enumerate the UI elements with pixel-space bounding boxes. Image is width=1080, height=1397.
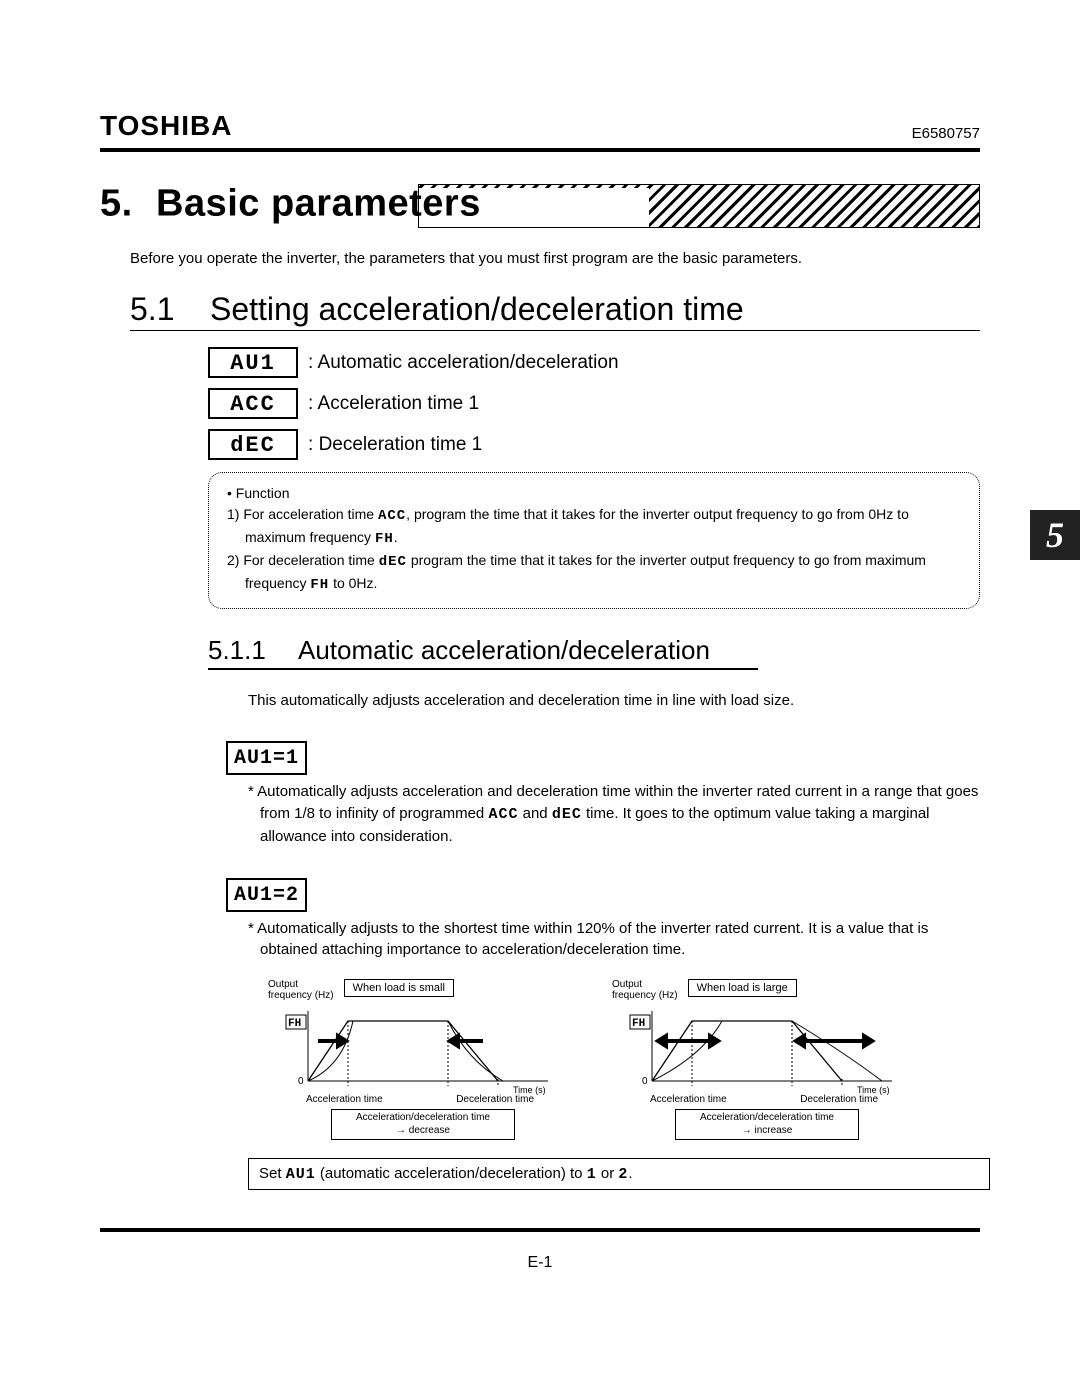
seg-acc: ACC xyxy=(378,508,406,524)
chapter-banner: 5.Basic parameters xyxy=(100,178,980,232)
fh-label: FH xyxy=(288,1018,301,1030)
display-code: dEC xyxy=(208,429,298,460)
instruction-box: Set AU1 (automatic acceleration/decelera… xyxy=(248,1158,990,1190)
function-heading: Function xyxy=(227,483,967,504)
diagram-svg: FH 0 Time (s) xyxy=(612,1001,902,1096)
seg-one: 1 xyxy=(587,1166,597,1183)
param-row: dEC : Deceleration time 1 xyxy=(208,429,980,460)
svg-text:0: 0 xyxy=(298,1076,304,1087)
chapter-title: Basic parameters xyxy=(156,183,481,225)
param-desc: Acceleration time 1 xyxy=(318,393,480,414)
chapter-number: 5. xyxy=(100,183,156,226)
y-axis-label: Output frequency (Hz) xyxy=(612,979,678,1001)
header-rule xyxy=(100,148,980,152)
seg-au1: AU1 xyxy=(286,1166,316,1183)
svg-text:0: 0 xyxy=(642,1076,648,1087)
setting-display: AU1=1 xyxy=(226,741,307,775)
param-desc: Automatic acceleration/deceleration xyxy=(318,352,619,373)
brand-logo: TOSHIBA xyxy=(100,110,233,142)
subsection-rule xyxy=(208,668,758,670)
decel-label: Deceleration time xyxy=(800,1094,878,1105)
diagram-caption: Acceleration/deceleration time → increas… xyxy=(675,1109,859,1140)
seg-dec: dEC xyxy=(379,554,407,570)
seg-fh: FH xyxy=(375,531,394,547)
subsection-number: 5.1.1 xyxy=(208,635,298,666)
param-row: AU1 : Automatic acceleration/deceleratio… xyxy=(208,347,980,378)
banner-hatch xyxy=(418,184,980,228)
seg-dec: dEC xyxy=(552,806,582,823)
subsection-intro: This automatically adjusts acceleration … xyxy=(248,690,980,712)
setting-display: AU1=2 xyxy=(226,878,307,912)
note-item: * Automatically adjusts to the shortest … xyxy=(248,918,980,962)
diagram-svg: FH 0 Time (s) xyxy=(268,1001,558,1096)
param-row: ACC : Acceleration time 1 xyxy=(208,388,980,419)
page-number: E-1 xyxy=(100,1254,980,1272)
diagram-title: When load is large xyxy=(688,979,797,997)
diagram-caption: Acceleration/deceleration time → decreas… xyxy=(331,1109,515,1140)
seg-fh: FH xyxy=(310,577,329,593)
function-item: 1) For acceleration time ACC, program th… xyxy=(227,504,967,550)
seg-acc: ACC xyxy=(488,806,518,823)
diagram-title: When load is small xyxy=(344,979,454,997)
accel-label: Acceleration time xyxy=(650,1094,727,1105)
section-title: Setting acceleration/deceleration time xyxy=(210,291,744,327)
display-code: ACC xyxy=(208,388,298,419)
svg-text:FH: FH xyxy=(632,1018,645,1030)
parameter-list: AU1 : Automatic acceleration/deceleratio… xyxy=(208,347,980,460)
section-rule xyxy=(130,330,980,331)
display-code: AU1 xyxy=(208,347,298,378)
accel-label: Acceleration time xyxy=(306,1094,383,1105)
section-number: 5.1 xyxy=(130,291,210,328)
intro-text: Before you operate the inverter, the par… xyxy=(130,250,980,267)
diagram-small-load: Output frequency (Hz) When load is small xyxy=(268,979,578,1140)
decel-label: Deceleration time xyxy=(456,1094,534,1105)
param-desc: Deceleration time 1 xyxy=(319,434,483,455)
document-number: E6580757 xyxy=(912,125,980,142)
seg-two: 2 xyxy=(618,1166,628,1183)
y-axis-label: Output frequency (Hz) xyxy=(268,979,334,1001)
footer-rule xyxy=(100,1228,980,1232)
diagram-row: Output frequency (Hz) When load is small xyxy=(268,979,980,1140)
function-box: Function 1) For acceleration time ACC, p… xyxy=(208,472,980,609)
function-item: 2) For deceleration time dEC program the… xyxy=(227,550,967,596)
diagram-large-load: Output frequency (Hz) When load is large xyxy=(612,979,922,1140)
note-item: * Automatically adjusts acceleration and… xyxy=(248,781,980,847)
subsection-title: Automatic acceleration/deceleration xyxy=(298,635,710,665)
